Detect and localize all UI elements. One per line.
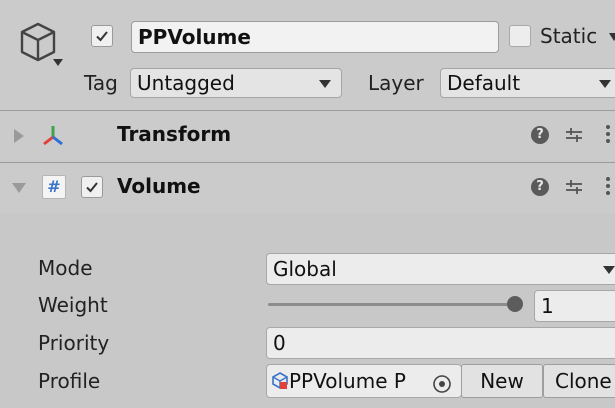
script-hash-icon: # — [42, 175, 66, 199]
profile-asset-icon — [272, 372, 288, 389]
mode-label: Mode — [38, 256, 93, 280]
layer-value: Default — [447, 71, 521, 95]
inspector-header: PPVolume Static Tag Untagged Layer Defau… — [0, 0, 615, 110]
mode-dropdown[interactable]: Global — [266, 253, 615, 285]
presets-sliders-icon[interactable] — [564, 125, 584, 149]
profile-label: Profile — [38, 369, 101, 393]
priority-field[interactable]: 0 — [266, 327, 615, 359]
static-checkbox[interactable] — [509, 25, 531, 47]
help-icon[interactable]: ? — [531, 126, 549, 144]
component-volume[interactable]: # Volume ? — [0, 163, 615, 213]
foldout-collapsed-icon[interactable] — [14, 129, 24, 143]
kebab-menu-icon[interactable] — [606, 125, 610, 146]
weight-field[interactable]: 1 — [534, 290, 615, 322]
object-name-field[interactable]: PPVolume — [131, 21, 499, 53]
layer-dropdown[interactable]: Default — [440, 68, 615, 98]
static-label: Static — [540, 24, 598, 48]
tag-label: Tag — [84, 71, 118, 95]
foldout-expanded-icon[interactable] — [12, 183, 26, 193]
chevron-down-icon — [599, 80, 611, 88]
active-checkbox[interactable] — [91, 25, 113, 47]
presets-sliders-icon[interactable] — [564, 177, 584, 201]
kebab-menu-icon[interactable] — [606, 177, 610, 198]
profile-object-field[interactable]: PPVolume P — [266, 364, 462, 398]
profile-clone-button[interactable]: Clone — [543, 364, 615, 398]
weight-label: Weight — [38, 293, 108, 317]
checkmark-icon — [96, 31, 108, 42]
volume-enabled-checkbox[interactable] — [81, 176, 103, 198]
chevron-down-icon — [603, 266, 615, 274]
tag-dropdown[interactable]: Untagged — [130, 68, 342, 98]
tag-value: Untagged — [137, 71, 235, 95]
help-icon[interactable]: ? — [531, 178, 549, 196]
priority-label: Priority — [38, 331, 110, 355]
transform-axes-icon — [40, 123, 66, 149]
weight-slider-handle[interactable] — [507, 296, 523, 312]
static-dropdown-arrow[interactable] — [609, 33, 615, 41]
profile-new-button[interactable]: New — [461, 364, 543, 398]
layer-label: Layer — [368, 71, 424, 95]
object-picker-icon[interactable] — [432, 371, 452, 393]
volume-title: Volume — [117, 174, 201, 198]
icon-dropdown-caret[interactable] — [53, 59, 63, 66]
profile-value: PPVolume P — [289, 369, 406, 393]
chevron-down-icon — [319, 80, 331, 88]
component-transform[interactable]: Transform ? — [0, 111, 615, 161]
checkmark-icon — [86, 182, 98, 193]
weight-slider-track[interactable] — [268, 303, 514, 306]
transform-title: Transform — [117, 122, 232, 146]
mode-value: Global — [273, 257, 337, 281]
